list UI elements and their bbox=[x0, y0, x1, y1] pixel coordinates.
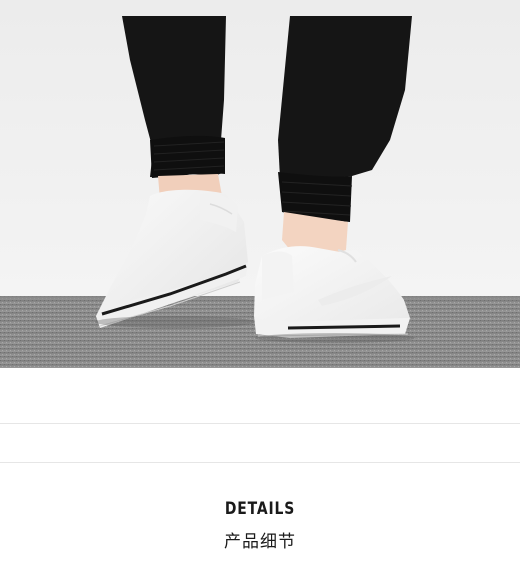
section-divider-top bbox=[0, 423, 520, 424]
section-title: DETAILS bbox=[224, 499, 296, 519]
sneaker-photo-illustration bbox=[0, 0, 520, 368]
section-subtitle: 产品细节 bbox=[224, 532, 296, 552]
section-divider-bottom bbox=[0, 462, 520, 463]
wall-background bbox=[0, 0, 520, 300]
right-sole-stripe bbox=[287, 324, 401, 330]
product-photo bbox=[0, 0, 520, 368]
